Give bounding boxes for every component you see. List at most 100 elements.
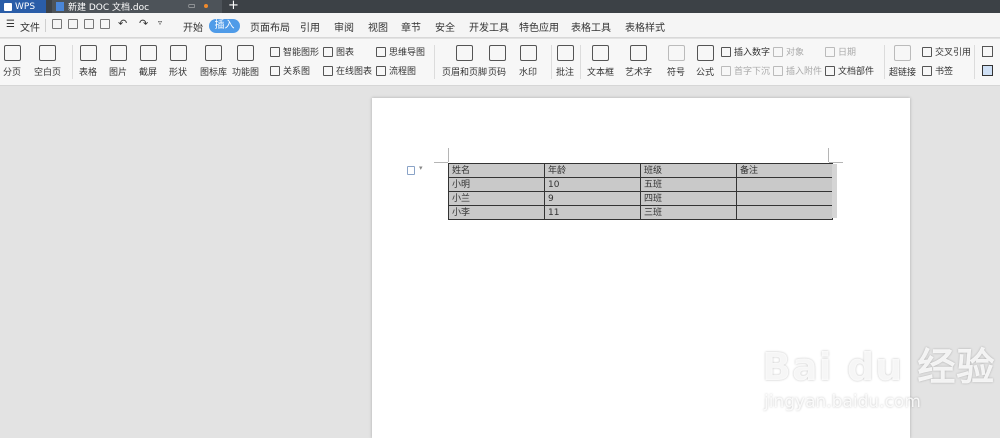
table-cell[interactable]: 五班 — [640, 177, 737, 192]
mind-map-button[interactable]: 思维导图 — [376, 45, 425, 58]
tab-page-layout[interactable]: 页面布局 — [250, 19, 290, 34]
hamburger-icon[interactable]: ☰ — [6, 19, 15, 30]
table-cell[interactable]: 班级 — [640, 163, 737, 178]
header-footer-button[interactable]: 页眉和页脚 — [442, 43, 487, 83]
blank-page-label: 空白页 — [34, 68, 62, 78]
function-chart-button[interactable]: 功能图 — [232, 43, 259, 83]
formula-button[interactable]: 公式 — [696, 43, 714, 83]
chart-button[interactable]: 图表 — [323, 45, 354, 58]
print-icon[interactable] — [84, 19, 94, 29]
header-footer-label: 页眉和页脚 — [442, 68, 488, 78]
text-box-icon — [592, 45, 609, 61]
undo-icon[interactable]: ↶ — [118, 17, 127, 30]
text-box-button[interactable]: 文本框 — [587, 43, 614, 83]
bookmark-button[interactable]: 书签 — [922, 64, 953, 77]
tab-security[interactable]: 安全 — [435, 19, 455, 34]
blank-page-button[interactable]: 空白页 — [34, 43, 61, 83]
watermark-label: 水印 — [519, 68, 538, 78]
tab-references[interactable]: 引用 — [300, 19, 320, 34]
comment-icon — [556, 45, 574, 61]
picture-button[interactable]: 图片 — [109, 43, 127, 83]
smart-shape-button[interactable]: 智能图形 — [270, 45, 319, 58]
table-cell[interactable]: 小兰 — [448, 191, 545, 206]
table-row: 小兰 9 四班 — [448, 191, 833, 206]
table-cell[interactable]: 年龄 — [544, 163, 641, 178]
watermark-button[interactable]: 水印 — [519, 43, 537, 83]
table-resize-handle[interactable] — [832, 164, 837, 218]
table-cell[interactable]: 四班 — [640, 191, 737, 206]
print-preview-icon[interactable] — [68, 19, 78, 29]
app-tab[interactable]: WPS — [0, 0, 46, 13]
relation-chart-button[interactable]: 关系图 — [270, 64, 310, 77]
symbol-button[interactable]: 符号 — [667, 43, 685, 83]
table-cell[interactable] — [736, 177, 833, 192]
date-icon — [825, 46, 835, 57]
comment-label: 批注 — [556, 68, 575, 78]
tab-pin-icon[interactable]: ▭ — [188, 1, 196, 10]
app-name: WPS — [15, 1, 36, 12]
tab-insert[interactable]: 插入 — [209, 19, 240, 33]
table-cell[interactable]: 小明 — [448, 177, 545, 192]
save-icon[interactable] — [52, 19, 62, 29]
comment-button[interactable]: 批注 — [556, 43, 574, 83]
table-cell[interactable]: 11 — [544, 205, 641, 220]
doc-parts-button[interactable]: 文档部件 — [825, 64, 874, 77]
tab-table-style[interactable]: 表格样式 — [625, 19, 665, 34]
tab-view[interactable]: 视图 — [368, 19, 388, 34]
table-cell[interactable] — [736, 191, 833, 206]
tab-special-apps[interactable]: 特色应用 — [519, 19, 559, 34]
page-break-button[interactable]: 分页 — [3, 43, 21, 83]
menu-file[interactable]: 文件 — [20, 19, 40, 34]
page-number-button[interactable]: 页码 — [488, 43, 506, 83]
object-button[interactable]: 对象 — [773, 45, 804, 58]
object-icon — [773, 46, 783, 57]
tab-table-tools[interactable]: 表格工具 — [571, 19, 611, 34]
insert-attachment-button[interactable]: 插入附件 — [773, 64, 822, 77]
customize-toolbar-icon[interactable]: ▿ — [158, 18, 162, 27]
date-button[interactable]: 日期 — [825, 45, 856, 58]
ribbon-divider — [884, 45, 885, 79]
table-cell[interactable]: 三班 — [640, 205, 737, 220]
document-table[interactable]: 姓名 年龄 班级 备注 小明 10 五班 小兰 9 四班 小李 11 三班 — [448, 163, 833, 220]
tab-developer[interactable]: 开发工具 — [469, 19, 509, 34]
cross-reference-button[interactable]: 交叉引用 — [922, 45, 971, 58]
title-bar: WPS 新建 DOC 文档.doc ▭ + — [0, 0, 1000, 13]
table-cell[interactable]: 9 — [544, 191, 641, 206]
cross-reference-icon — [922, 46, 932, 57]
chevron-down-icon[interactable]: ▾ — [419, 164, 423, 172]
table-cell[interactable] — [736, 205, 833, 220]
picture-icon — [109, 45, 127, 61]
tab-sections[interactable]: 章节 — [401, 19, 421, 34]
watermark-brand: Bai du 经验 — [762, 345, 996, 389]
relation-chart-label: 关系图 — [283, 67, 311, 77]
hyperlink-button[interactable]: 超链接 — [889, 43, 916, 83]
mind-map-label: 思维导图 — [389, 48, 426, 58]
export-pdf-icon[interactable] — [100, 19, 110, 29]
flowchart-button[interactable]: 流程图 — [376, 64, 416, 77]
first-drop-icon — [721, 65, 731, 76]
document-tab[interactable]: 新建 DOC 文档.doc — [52, 0, 222, 13]
tab-review[interactable]: 审阅 — [334, 19, 354, 34]
redo-icon[interactable]: ↷ — [139, 17, 148, 30]
shape-button[interactable]: 形状 — [169, 43, 187, 83]
tab-start[interactable]: 开始 — [183, 19, 203, 34]
insert-number-button[interactable]: 插入数字 — [721, 45, 770, 58]
document-tab-title: 新建 DOC 文档.doc — [68, 3, 150, 13]
view-toggle-icon[interactable] — [982, 46, 993, 57]
new-tab-button[interactable]: + — [228, 0, 239, 13]
table-button[interactable]: 表格 — [79, 43, 97, 83]
table-cell[interactable]: 10 — [544, 177, 641, 192]
table-cell[interactable]: 姓名 — [448, 163, 545, 178]
first-drop-button[interactable]: 首字下沉 — [721, 64, 770, 77]
word-art-button[interactable]: 艺术字 — [625, 43, 652, 83]
icon-library-button[interactable]: 图标库 — [200, 43, 227, 83]
online-chart-button[interactable]: 在线图表 — [323, 64, 372, 77]
view-toggle-active-icon[interactable] — [982, 65, 993, 76]
icon-library-label: 图标库 — [200, 68, 228, 78]
table-cell[interactable]: 备注 — [736, 163, 833, 178]
screenshot-button[interactable]: 截屏 — [139, 43, 157, 83]
page-break-label: 分页 — [3, 68, 22, 78]
paragraph-layout-icon[interactable] — [407, 166, 415, 175]
table-cell[interactable]: 小李 — [448, 205, 545, 220]
table-row: 小明 10 五班 — [448, 177, 833, 192]
